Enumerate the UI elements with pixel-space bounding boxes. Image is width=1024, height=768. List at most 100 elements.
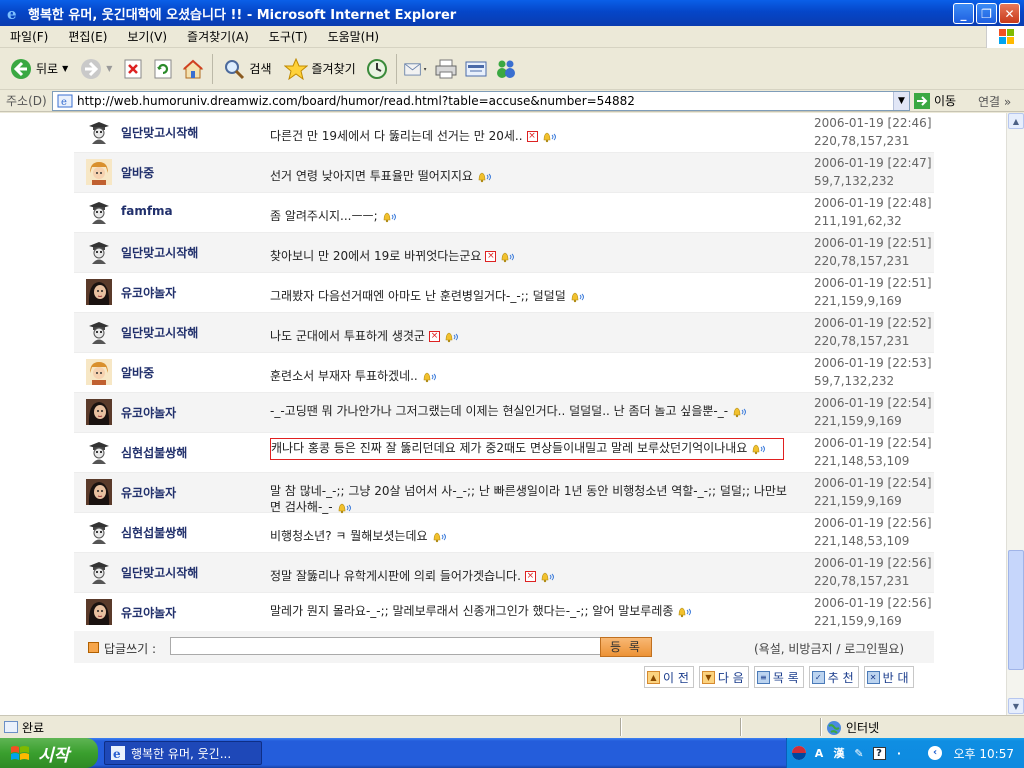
- help-icon[interactable]: ?: [871, 745, 887, 761]
- comment-meta: 2006-01-19 [22:54] 221,159,9,169: [814, 394, 932, 430]
- bell-icon[interactable]: [569, 291, 587, 303]
- delete-icon[interactable]: ×: [485, 251, 497, 262]
- history-button[interactable]: [364, 56, 390, 82]
- go-button[interactable]: 이동: [914, 92, 956, 109]
- start-button[interactable]: 시작: [0, 738, 98, 768]
- comment-author[interactable]: 알바중: [121, 164, 154, 181]
- comment-body: 찾아보니 만 20에서 19로 바뀌엇다는군요: [270, 249, 482, 263]
- forward-button[interactable]: ▼: [76, 56, 116, 82]
- comment-author[interactable]: 유코야놀자: [121, 404, 176, 421]
- bell-icon[interactable]: [676, 606, 694, 618]
- svg-text:e: e: [7, 5, 17, 21]
- bell-icon[interactable]: [443, 331, 461, 343]
- bell-icon[interactable]: [539, 571, 557, 583]
- comment-ip: 221,148,53,109: [814, 534, 910, 548]
- menu-favorites[interactable]: 즐겨찾기(A): [177, 28, 259, 45]
- comment-author[interactable]: 일단맞고시작해: [121, 564, 198, 581]
- comment-author[interactable]: 심현섭불쌍해: [121, 524, 187, 541]
- comment-author[interactable]: 일단맞고시작해: [121, 244, 198, 261]
- delete-icon[interactable]: ×: [526, 131, 538, 142]
- bell-icon[interactable]: [336, 502, 354, 514]
- clock: 오후 10:57: [953, 747, 1014, 761]
- bell-icon[interactable]: [750, 443, 768, 455]
- comment-body: 훈련소서 부재자 투표하겠네..: [270, 369, 418, 383]
- vertical-scrollbar[interactable]: ▲ ▼: [1006, 113, 1024, 715]
- comment-meta: 2006-01-19 [22:53] 59,7,132,232: [814, 354, 932, 390]
- recommend-icon: ✓: [811, 670, 825, 684]
- favorites-button[interactable]: 즐겨찾기: [280, 56, 360, 82]
- reply-input[interactable]: [170, 637, 602, 655]
- print-button[interactable]: [433, 56, 459, 82]
- korean-flag-icon[interactable]: [791, 745, 807, 761]
- comment-body: 나도 군대에서 투표하게 생겻군: [270, 329, 425, 343]
- comment-row: 유코야놀자 말레가 뭔지 몰라요-_-;; 말레보루래서 신종개그인가 했다는-_…: [74, 593, 934, 633]
- comment-body: 선거 연령 낮아지면 투표율만 떨어지지요: [270, 169, 473, 183]
- delete-icon[interactable]: ×: [524, 571, 536, 582]
- scroll-thumb[interactable]: [1008, 550, 1024, 670]
- volume-arrow-icon[interactable]: ‹: [927, 745, 943, 761]
- oppose-button[interactable]: ✕ 반 대: [863, 666, 914, 688]
- tool-icon[interactable]: ✎: [851, 745, 867, 761]
- delete-icon[interactable]: ×: [428, 331, 440, 342]
- bell-icon[interactable]: [541, 131, 559, 143]
- scroll-up-button[interactable]: ▲: [1008, 113, 1024, 129]
- comment-author[interactable]: 유코야놀자: [121, 484, 176, 501]
- menu-file[interactable]: 파일(F): [0, 28, 58, 45]
- recommend-button[interactable]: ✓ 추 천: [808, 666, 859, 688]
- comment-meta: 2006-01-19 [22:47] 59,7,132,232: [814, 154, 932, 190]
- list-button[interactable]: ≡ 목 록: [753, 666, 804, 688]
- minimize-button[interactable]: _: [953, 3, 974, 24]
- menu-tools[interactable]: 도구(T): [259, 28, 318, 45]
- down-arrow-icon: ▼: [701, 670, 715, 684]
- close-button[interactable]: ✕: [999, 3, 1020, 24]
- prev-button[interactable]: ▲ 이 전: [644, 666, 694, 688]
- page-icon: e: [57, 94, 73, 108]
- links-label[interactable]: 연결 »: [978, 93, 1011, 110]
- maximize-button[interactable]: ❐: [976, 3, 997, 24]
- comment-meta: 2006-01-19 [22:51] 220,78,157,231: [814, 234, 932, 270]
- comment-ip: 220,78,157,231: [814, 254, 910, 268]
- comment-author[interactable]: 심현섭불쌍해: [121, 444, 187, 461]
- menu-edit[interactable]: 편집(E): [58, 28, 117, 45]
- comment-author[interactable]: 일단맞고시작해: [121, 324, 198, 341]
- mail-button[interactable]: [403, 56, 429, 82]
- comment-author[interactable]: 유코야놀자: [121, 284, 176, 301]
- address-input[interactable]: e http://web.humoruniv.dreamwiz.com/boar…: [52, 91, 910, 111]
- bell-icon[interactable]: [431, 531, 449, 543]
- next-button[interactable]: ▼ 다 음: [698, 666, 749, 688]
- menu-view[interactable]: 보기(V): [117, 28, 177, 45]
- reply-form: 답글쓰기 : 등 록 (욕설, 비방금지 / 로그인필요): [74, 631, 934, 663]
- comment-author[interactable]: 알바중: [121, 364, 154, 381]
- search-button[interactable]: 검색: [219, 56, 275, 82]
- taskbar-item-ie[interactable]: e 행복한 유머, 웃긴...: [104, 741, 262, 765]
- notification-icon[interactable]: ·: [891, 745, 907, 761]
- home-button[interactable]: [180, 56, 206, 82]
- taskbar: 시작 e 행복한 유머, 웃긴... A 漢 ✎ ? · ‹ 오후 10:57: [0, 738, 1024, 768]
- comment-author[interactable]: 유코야놀자: [121, 604, 176, 621]
- comment-author[interactable]: 일단맞고시작해: [121, 124, 198, 141]
- back-button[interactable]: 뒤로 ▼: [6, 56, 72, 82]
- refresh-button[interactable]: [150, 56, 176, 82]
- comment-text: 나도 군대에서 투표하게 생겻군 ×: [270, 318, 790, 350]
- ime-hanja-indicator[interactable]: 漢: [831, 745, 847, 761]
- ime-mode-indicator[interactable]: A: [811, 745, 827, 761]
- comment-text: 캐나다 홍콩 등은 진짜 잘 뚫리던데요 제가 중2때도 면상들이내밀고 말레 …: [270, 438, 784, 460]
- stop-button[interactable]: [120, 56, 146, 82]
- window-title: 행복한 유머, 웃긴대학에 오셨습니다 !! - Microsoft Inter…: [28, 7, 457, 23]
- bell-icon[interactable]: [731, 406, 749, 418]
- bell-icon[interactable]: [499, 251, 517, 263]
- status-divider: [620, 718, 622, 736]
- register-button[interactable]: 등 록: [600, 637, 652, 657]
- comment-author[interactable]: famfma: [121, 204, 173, 218]
- scroll-down-button[interactable]: ▼: [1008, 698, 1024, 714]
- edit-button[interactable]: [463, 56, 489, 82]
- messenger-button[interactable]: [493, 56, 519, 82]
- menu-help[interactable]: 도움말(H): [318, 28, 390, 45]
- comment-text: 말 참 많네-_-;; 그냥 20살 넘어서 사-_-;; 난 빠른생일이라 1…: [270, 478, 790, 514]
- refresh-icon: [154, 59, 172, 78]
- bell-icon[interactable]: [381, 211, 399, 223]
- windows-flag-icon: [11, 746, 29, 760]
- bell-icon[interactable]: [421, 371, 439, 383]
- bell-icon[interactable]: [476, 171, 494, 183]
- address-dropdown[interactable]: ▼: [893, 92, 909, 110]
